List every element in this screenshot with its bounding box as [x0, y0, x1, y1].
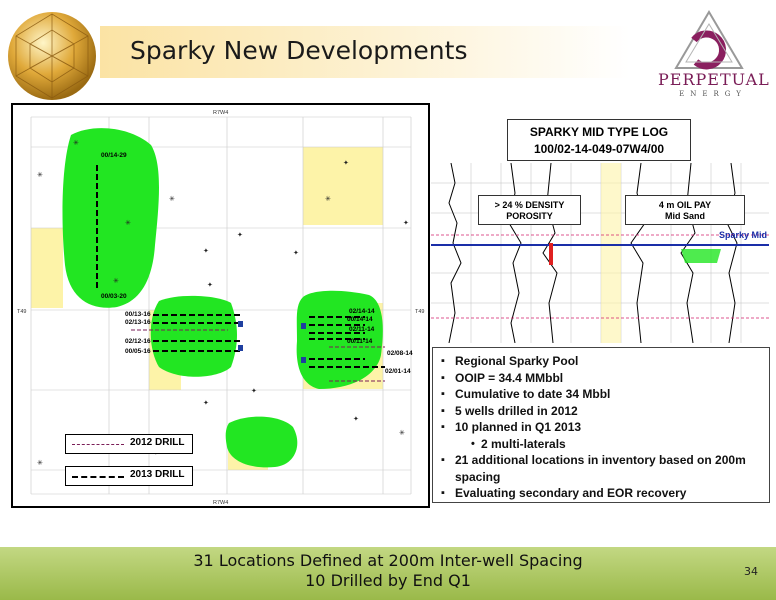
township-label-left: T49	[17, 309, 26, 315]
well-label-00-13-16: 00/13-16	[125, 311, 151, 318]
bullet-regional-pool: Regional Sparky Pool	[441, 353, 763, 370]
svg-text:✳: ✳	[325, 195, 331, 203]
bullet-planned-q1: 10 planned in Q1 2013	[441, 419, 763, 436]
type-log-title: SPARKY MID TYPE LOG 100/02-14-049-07W4/0…	[507, 119, 691, 161]
svg-text:✳: ✳	[37, 171, 43, 179]
svg-text:✳: ✳	[73, 139, 79, 147]
well-label-00-14-29: 00/14-29	[101, 152, 127, 159]
well-label-02-01-14: 02/01-14	[385, 368, 411, 375]
footer-message: 31 Locations Defined at 200m Inter-well …	[0, 551, 776, 591]
geodesic-globe-logo	[8, 12, 96, 100]
bullet-secondary-eor: Evaluating secondary and EOR recovery	[441, 485, 763, 502]
well-label-02-12-16: 02/12-16	[125, 338, 151, 345]
density-line1: > 24 % DENSITY	[494, 200, 565, 210]
svg-text:✳: ✳	[113, 277, 119, 285]
bullet-wells-2012: 5 wells drilled in 2012	[441, 403, 763, 420]
footer-line2: 10 Drilled by End Q1	[305, 571, 471, 590]
svg-text:✦: ✦	[203, 399, 209, 407]
company-name: PERPETUAL	[658, 70, 770, 89]
density-porosity-callout: > 24 % DENSITY POROSITY	[478, 195, 581, 225]
bullet-additional-locations: 21 additional locations in inventory bas…	[441, 452, 763, 485]
page-number: 34	[744, 565, 758, 578]
legend-2012-drill: 2012 DRILL	[65, 434, 193, 454]
company-subtitle: ENERGY	[679, 90, 747, 98]
svg-text:✳: ✳	[125, 219, 131, 227]
svg-text:✦: ✦	[343, 159, 349, 167]
slide-title: Sparky New Developments	[130, 36, 468, 65]
density-line2: POROSITY	[506, 211, 553, 221]
svg-text:✦: ✦	[237, 231, 243, 239]
well-label-02-13-16: 02/13-16	[125, 319, 151, 326]
footer-line1: 31 Locations Defined at 200m Inter-well …	[193, 551, 583, 570]
well-label-00-11-14: 00/11-14	[347, 338, 373, 345]
svg-text:✦: ✦	[293, 249, 299, 257]
legend-2012-swatch	[72, 444, 124, 445]
svg-text:✦: ✦	[203, 247, 209, 255]
bullet-cumulative: Cumulative to date 34 Mbbl	[441, 386, 763, 403]
legend-2013-drill: 2013 DRILL	[65, 466, 193, 486]
pay-line2: Mid Sand	[665, 211, 705, 221]
well-label-02-14-14: 02/14-14	[349, 308, 375, 315]
range-label-bottom: R7W4	[213, 500, 228, 506]
well-label-02-08-14: 02/08-14	[387, 350, 413, 357]
type-log-image: Sparky Mid	[431, 163, 769, 343]
legend-2013-swatch	[72, 476, 124, 478]
range-label-top: R7W4	[213, 110, 228, 116]
svg-text:✦: ✦	[207, 281, 213, 289]
svg-text:✦: ✦	[353, 415, 359, 423]
well-label-00-03-20: 00/03-20	[101, 293, 127, 300]
bullet-ooip: OOIP = 34.4 MMbbl	[441, 370, 763, 387]
sparky-mid-marker-label: Sparky Mid	[719, 230, 767, 240]
well-label-00-14-14: 00/14-14	[347, 316, 373, 323]
township-label-right: T49	[415, 309, 424, 315]
svg-text:✦: ✦	[251, 387, 257, 395]
svg-text:✳: ✳	[169, 195, 175, 203]
type-log-title-line2: 100/02-14-049-07W4/00	[533, 142, 665, 156]
key-facts-box: Regional Sparky Pool OOIP = 34.4 MMbbl C…	[432, 347, 770, 503]
svg-text:✦: ✦	[403, 219, 409, 227]
bullet-multi-laterals: 2 multi-laterals	[441, 436, 763, 453]
legend-2013-label: 2013 DRILL	[130, 469, 185, 480]
svg-text:✳: ✳	[399, 429, 405, 437]
type-log-title-line1: SPARKY MID TYPE LOG	[529, 125, 669, 139]
pay-line1: 4 m OIL PAY	[658, 200, 712, 210]
well-label-00-05-16: 00/05-16	[125, 348, 151, 355]
well-pads	[238, 321, 306, 363]
legend-2012-label: 2012 DRILL	[130, 437, 185, 448]
svg-text:✳: ✳	[37, 459, 43, 467]
oil-pay-callout: 4 m OIL PAY Mid Sand	[625, 195, 745, 225]
well-map: R7W4 R7W4 T49 T49 ✳ ✳ ✳ ✦ ✦ ✦ ✳ ✦ ✦ ✦ ✦ …	[11, 103, 430, 508]
well-label-02-11-14: 02/11-14	[349, 326, 375, 333]
